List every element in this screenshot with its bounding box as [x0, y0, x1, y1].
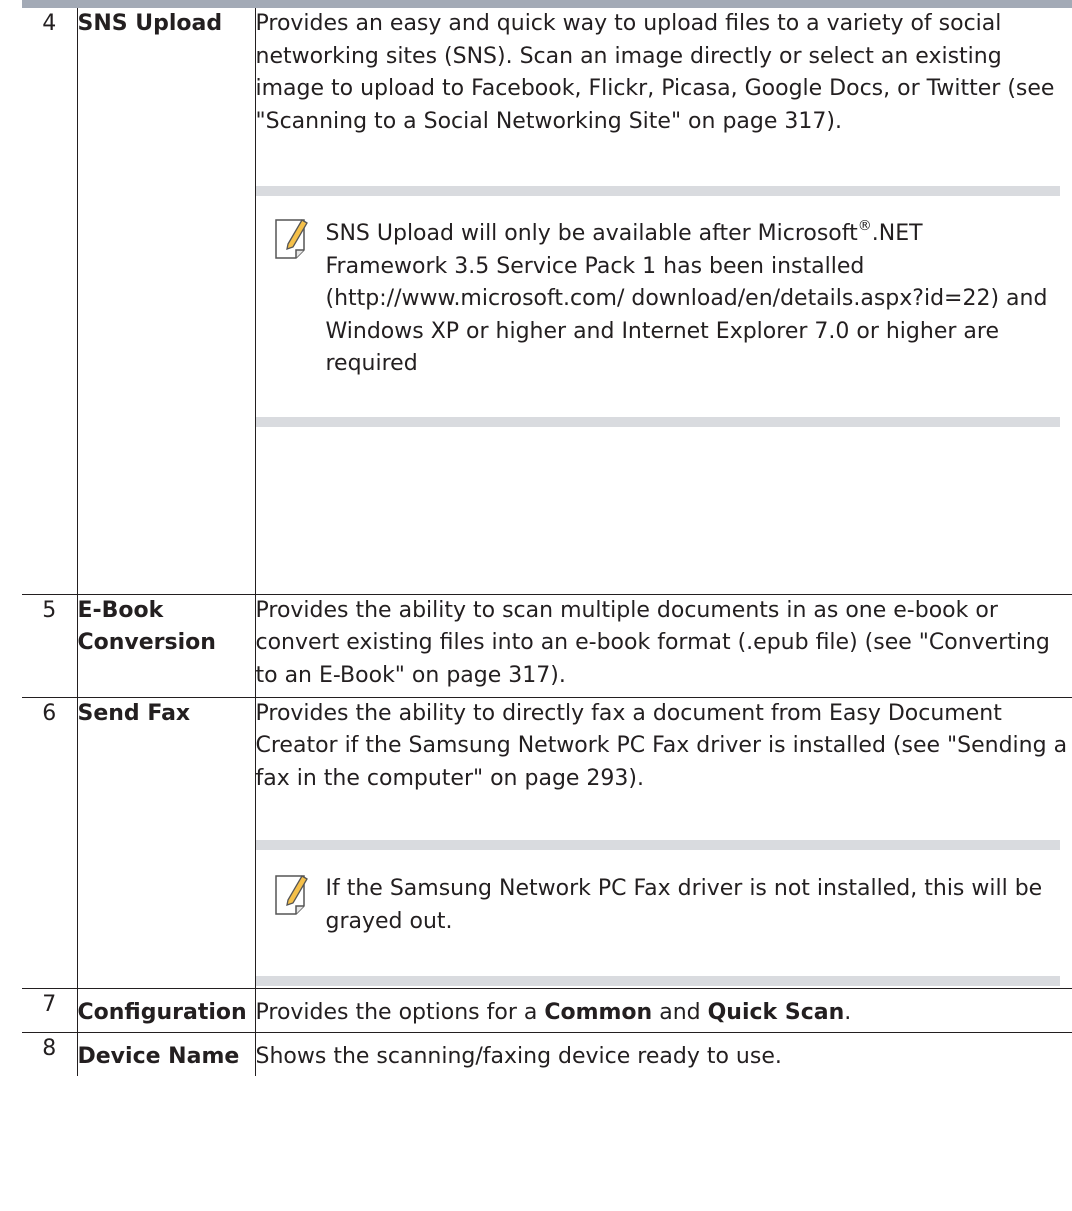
feature-description-cell: Provides the ability to directly fax a d…: [255, 697, 1072, 988]
table-top-rule: [22, 0, 1072, 8]
feature-name: Configuration: [77, 988, 256, 1032]
feature-name: SNS Upload: [77, 8, 256, 594]
note-text: SNS Upload will only be available after …: [325, 217, 1048, 376]
table-row: 4 SNS Upload Provides an easy and quick …: [22, 8, 1072, 594]
feature-description-cell: Provides an easy and quick way to upload…: [255, 8, 1072, 594]
feature-name: E-Book Conversion: [77, 594, 256, 697]
note-box: If the Samsung Network PC Fax driver is …: [255, 840, 1060, 986]
table-row: 7 Configuration Provides the options for…: [22, 988, 1072, 1032]
table-row: 8 Device Name Shows the scanning/faxing …: [22, 1032, 1072, 1076]
feature-table: 4 SNS Upload Provides an easy and quick …: [22, 8, 1072, 1076]
table-row: 5 E-Book Conversion Provides the ability …: [22, 594, 1072, 697]
note-box: SNS Upload will only be available after …: [255, 186, 1060, 427]
note-text: If the Samsung Network PC Fax driver is …: [325, 876, 1043, 934]
row-number: 6: [22, 697, 78, 988]
row-number: 7: [22, 988, 78, 1032]
note-pencil-icon: [274, 216, 310, 271]
row-number: 8: [22, 1032, 78, 1076]
feature-name: Send Fax: [77, 697, 256, 988]
table-row: 6 Send Fax Provides the ability to direc…: [22, 697, 1072, 988]
feature-description: Provides an easy and quick way to upload…: [255, 11, 1055, 134]
row-number: 5: [22, 594, 78, 697]
feature-description: Shows the scanning/faxing device ready t…: [255, 1043, 782, 1069]
feature-description: Provides the ability to directly fax a d…: [255, 700, 1068, 791]
feature-description: Provides the ability to scan multiple do…: [255, 597, 1050, 688]
feature-description: Provides the options for a Common and Qu…: [255, 999, 852, 1025]
row-number: 4: [22, 8, 78, 594]
note-pencil-icon: [274, 872, 310, 927]
feature-name: Device Name: [77, 1032, 256, 1076]
